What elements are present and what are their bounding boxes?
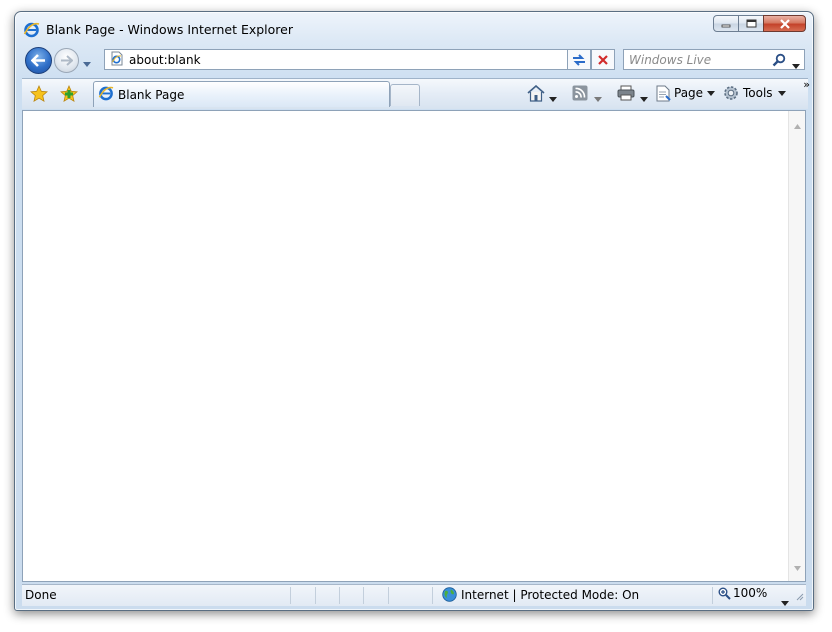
rss-feed-icon [572, 85, 588, 101]
status-bar: Done Internet | Protected Mode: On 100% [22, 584, 806, 606]
vertical-scrollbar[interactable] [788, 111, 805, 581]
globe-icon [442, 587, 457, 602]
page-icon [109, 51, 124, 69]
add-to-favorites-button[interactable] [60, 84, 78, 106]
chevron-down-icon [777, 90, 786, 96]
window-title: Blank Page - Windows Internet Explorer [46, 21, 293, 37]
status-text: Done [25, 588, 57, 602]
search-box[interactable] [623, 49, 805, 70]
search-button[interactable] [772, 53, 786, 70]
page-menu-label: Page [674, 86, 704, 100]
chevron-down-icon [549, 96, 557, 102]
gear-icon [724, 86, 738, 100]
printer-icon [617, 85, 635, 101]
close-icon [779, 18, 790, 29]
caption-buttons [713, 15, 806, 32]
minimize-icon [721, 24, 731, 27]
security-zone[interactable]: Internet | Protected Mode: On [442, 587, 639, 602]
home-button[interactable] [527, 83, 545, 103]
stop-icon [598, 54, 608, 65]
status-divider [363, 587, 364, 604]
zoom-level-label: 100% [733, 586, 768, 600]
tab-blank-page[interactable]: Blank Page [93, 81, 390, 107]
address-input[interactable] [129, 52, 549, 67]
navigation-bar [23, 46, 807, 74]
chevron-down-icon [83, 62, 91, 67]
close-button[interactable] [763, 15, 806, 32]
minimize-button[interactable] [713, 15, 739, 32]
chevron-down-icon [640, 96, 648, 102]
status-divider [388, 587, 389, 604]
feeds-dropdown[interactable] [594, 89, 602, 109]
tools-menu-button[interactable]: Tools [722, 83, 786, 103]
tools-menu-label: Tools [743, 86, 773, 100]
tab-label: Blank Page [118, 87, 185, 102]
add-favorite-icon [60, 84, 78, 103]
maximize-button[interactable] [738, 15, 764, 32]
maximize-icon [746, 19, 756, 28]
chevron-down-icon [792, 64, 800, 69]
scroll-down-button[interactable] [794, 560, 801, 574]
search-icon [772, 53, 786, 67]
chevron-down-icon [781, 601, 789, 606]
status-divider [712, 587, 713, 604]
internet-explorer-icon [98, 85, 114, 104]
search-input[interactable] [629, 52, 764, 67]
tab-bar: Blank Page Page Tools » [22, 78, 810, 109]
page-menu-icon [656, 85, 671, 101]
zoom-icon [718, 587, 731, 600]
back-button[interactable] [25, 47, 52, 74]
chevron-down-icon [794, 566, 801, 571]
address-bar[interactable] [104, 49, 586, 70]
favorites-center-button[interactable] [30, 84, 48, 106]
page-content-area[interactable] [22, 110, 806, 582]
chevron-up-icon [794, 124, 801, 129]
scroll-up-button[interactable] [794, 118, 801, 132]
status-divider [315, 587, 316, 604]
security-zone-label: Internet | Protected Mode: On [461, 587, 640, 602]
status-divider [432, 587, 433, 604]
forward-arrow-icon [61, 55, 73, 66]
zoom-level-button[interactable]: 100% [718, 586, 767, 600]
zoom-dropdown[interactable] [781, 595, 789, 609]
recent-pages-dropdown[interactable] [83, 56, 91, 70]
browser-window: Blank Page - Windows Internet Explorer a… [14, 11, 814, 611]
print-button[interactable] [617, 83, 635, 103]
chevron-down-icon [707, 90, 716, 96]
new-tab-button[interactable] [390, 84, 420, 106]
resize-grip-icon [796, 593, 804, 601]
resize-grip[interactable] [794, 590, 804, 604]
print-dropdown[interactable] [640, 89, 648, 109]
forward-button[interactable] [54, 48, 79, 73]
home-dropdown[interactable] [549, 89, 557, 109]
stop-button[interactable] [591, 49, 615, 70]
chevron-down-icon [594, 96, 602, 102]
back-arrow-icon [31, 54, 45, 67]
feeds-button[interactable] [572, 83, 588, 103]
refresh-button[interactable] [567, 49, 591, 70]
internet-explorer-icon [23, 21, 40, 38]
status-divider [339, 587, 340, 604]
page-menu-button[interactable]: Page [655, 83, 716, 103]
home-icon [527, 84, 545, 102]
star-icon [30, 84, 48, 103]
refresh-icon [573, 53, 585, 66]
more-commands-button[interactable]: » [803, 78, 810, 91]
search-options-dropdown[interactable] [792, 58, 800, 72]
title-bar: Blank Page - Windows Internet Explorer [23, 18, 293, 40]
status-divider [290, 587, 291, 604]
